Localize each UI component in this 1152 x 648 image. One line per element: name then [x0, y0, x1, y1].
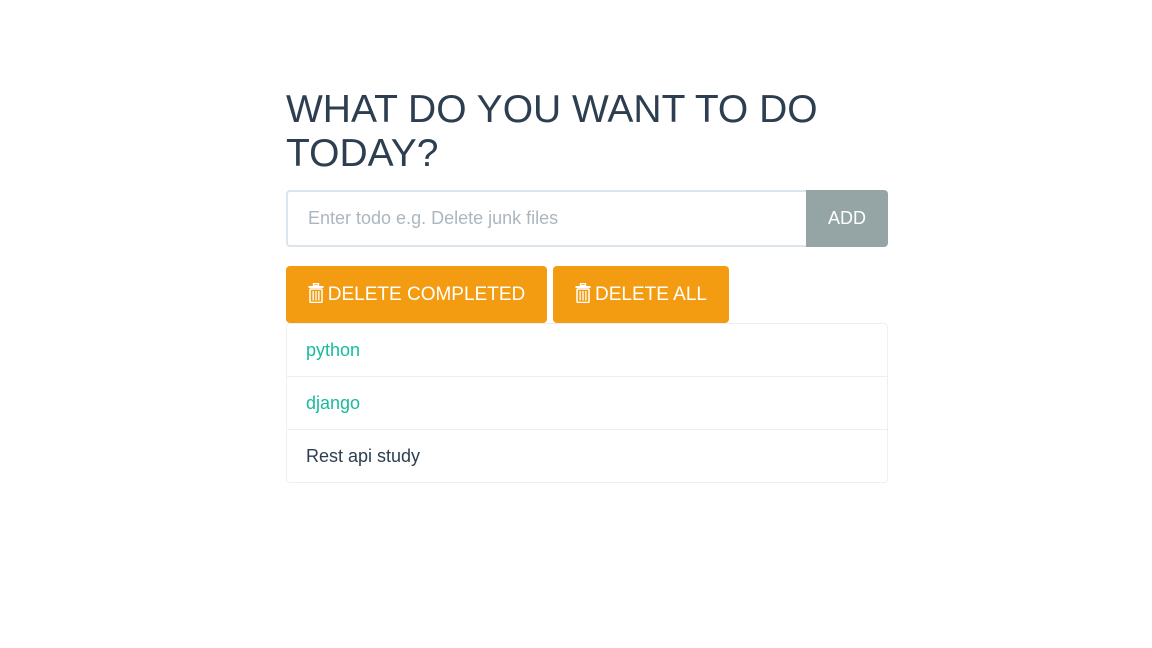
page-title: WHAT DO YOU WANT TO DO TODAY? [286, 88, 818, 175]
todo-item[interactable]: Rest api study [286, 429, 888, 483]
todo-list: python django Rest api study [286, 323, 888, 483]
todo-item-label: Rest api study [306, 445, 421, 466]
delete-completed-button[interactable]: DELETE COMPLETED [286, 266, 547, 323]
delete-all-button[interactable]: DELETE ALL [553, 266, 729, 323]
add-button[interactable]: ADD [806, 190, 888, 247]
delete-all-label: DELETE ALL [595, 283, 707, 305]
todo-item-label: python [306, 339, 361, 360]
trash-icon [308, 282, 324, 303]
todo-item-label: django [306, 392, 361, 413]
todo-item[interactable]: django [286, 376, 888, 430]
trash-icon [575, 282, 591, 303]
todo-item[interactable]: python [286, 323, 888, 377]
delete-completed-label: DELETE COMPLETED [327, 283, 526, 305]
todo-input[interactable] [286, 190, 806, 247]
todo-form: ADD [286, 190, 888, 247]
